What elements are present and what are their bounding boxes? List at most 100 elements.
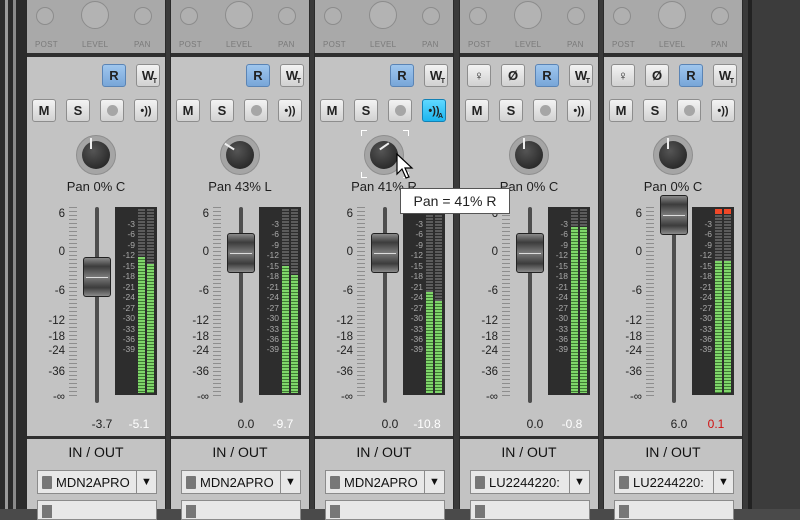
input-selector[interactable]: MDN2APRO ▼ (325, 470, 445, 494)
pan-label-small: PAN (567, 40, 584, 49)
meter-scale-mark: -12 (410, 250, 423, 261)
output-selector[interactable] (37, 500, 157, 520)
level-knob[interactable] (81, 1, 109, 29)
fader-value[interactable]: 6.0 (662, 417, 696, 431)
level-label: LEVEL (226, 40, 253, 49)
fader-value[interactable]: 0.0 (373, 417, 407, 431)
peak-value[interactable]: -5.1 (119, 417, 159, 431)
send-pan-knob[interactable] (711, 7, 729, 25)
pan-knob[interactable] (76, 135, 116, 175)
volume-fader[interactable] (227, 233, 255, 273)
volume-fader[interactable] (516, 233, 544, 273)
fader-ticks (646, 207, 654, 397)
solo-button[interactable]: S (354, 99, 378, 122)
peak-value[interactable]: -10.8 (407, 417, 447, 431)
arm-record-button[interactable] (677, 99, 701, 122)
write-automation-button[interactable]: WT (280, 64, 304, 87)
read-automation-button[interactable]: R (102, 64, 126, 87)
fader-scale-mark: -12 (481, 315, 498, 327)
peak-value[interactable]: -0.8 (552, 417, 592, 431)
input-monitor-button[interactable]: •)) (278, 99, 302, 122)
chevron-down-icon[interactable]: ▼ (713, 471, 733, 493)
mute-button[interactable]: M (465, 99, 489, 122)
input-monitor-button[interactable]: •)) (711, 99, 735, 122)
mute-label: M (615, 103, 627, 118)
write-automation-button[interactable]: WT (569, 64, 593, 87)
arm-record-button[interactable] (388, 99, 412, 122)
post-knob[interactable] (469, 7, 487, 25)
solo-button[interactable]: S (643, 99, 667, 122)
mute-button[interactable]: M (609, 99, 633, 122)
fader-scale-mark: -36 (336, 366, 353, 378)
meter-scale-mark: -33 (266, 323, 279, 334)
fader-value[interactable]: -3.7 (85, 417, 119, 431)
section-divider (27, 436, 165, 439)
send-pan-knob[interactable] (134, 7, 152, 25)
volume-fader[interactable] (660, 195, 688, 235)
mute-button[interactable]: M (320, 99, 344, 122)
read-automation-button[interactable]: R (390, 64, 414, 87)
input-selector[interactable]: LU2244220: ▼ (470, 470, 590, 494)
chevron-down-icon[interactable]: ▼ (136, 471, 156, 493)
meter-bar-r (724, 261, 731, 393)
output-selector[interactable] (325, 500, 445, 520)
solo-button[interactable]: S (66, 99, 90, 122)
output-port-icon (475, 505, 485, 518)
level-knob[interactable] (369, 1, 397, 29)
output-selector[interactable] (181, 500, 301, 520)
input-monitor-button[interactable]: •)) (567, 99, 591, 122)
arm-record-button[interactable] (100, 99, 124, 122)
send-pan-knob[interactable] (278, 7, 296, 25)
read-automation-button[interactable]: R (535, 64, 559, 87)
fader-value[interactable]: 0.0 (518, 417, 552, 431)
write-automation-button[interactable]: WT (136, 64, 160, 87)
level-knob[interactable] (225, 1, 253, 29)
fader-value[interactable]: 0.0 (229, 417, 263, 431)
solo-button[interactable]: S (210, 99, 234, 122)
output-selector[interactable] (614, 500, 734, 520)
pan-knob[interactable] (220, 135, 260, 175)
post-knob[interactable] (324, 7, 342, 25)
peak-value[interactable]: -9.7 (263, 417, 303, 431)
meter-bar-l (715, 261, 722, 393)
input-echo-button[interactable]: ♀ (611, 64, 635, 87)
level-knob[interactable] (658, 1, 686, 29)
arm-record-button[interactable] (244, 99, 268, 122)
fader-scale-mark: -∞ (196, 391, 209, 403)
post-knob[interactable] (180, 7, 198, 25)
chevron-down-icon[interactable]: ▼ (280, 471, 300, 493)
mute-button[interactable]: M (32, 99, 56, 122)
write-automation-button[interactable]: WT (424, 64, 448, 87)
input-selector[interactable]: MDN2APRO ▼ (181, 470, 301, 494)
input-monitor-button[interactable]: •)) (134, 99, 158, 122)
input-echo-button[interactable]: ♀ (467, 64, 491, 87)
phase-invert-button[interactable]: Ø (501, 64, 525, 87)
input-port-icon (619, 476, 629, 489)
input-monitor-button[interactable]: •)) A (422, 99, 446, 122)
meter-scale: -3 -6 -9 -12 -15 -18 -21 -24 -27 -30 -33 -36 -39 (694, 219, 712, 355)
pan-knob[interactable] (653, 135, 693, 175)
output-selector[interactable] (470, 500, 590, 520)
send-pan-knob[interactable] (422, 7, 440, 25)
send-pan-knob[interactable] (567, 7, 585, 25)
mute-button[interactable]: M (176, 99, 200, 122)
fader-scale-mark: 0 (491, 246, 498, 258)
solo-button[interactable]: S (499, 99, 523, 122)
post-knob[interactable] (613, 7, 631, 25)
input-selector[interactable]: MDN2APRO ▼ (37, 470, 157, 494)
read-automation-button[interactable]: R (679, 64, 703, 87)
volume-fader[interactable] (83, 257, 111, 298)
post-knob[interactable] (36, 7, 54, 25)
read-automation-button[interactable]: R (246, 64, 270, 87)
phase-invert-button[interactable]: Ø (645, 64, 669, 87)
volume-fader[interactable] (371, 233, 399, 273)
chevron-down-icon[interactable]: ▼ (424, 471, 444, 493)
peak-value[interactable]: 0.1 (696, 417, 736, 431)
pan-knob[interactable] (509, 135, 549, 175)
output-port-icon (330, 505, 340, 518)
input-selector[interactable]: LU2244220: ▼ (614, 470, 734, 494)
level-knob[interactable] (514, 1, 542, 29)
write-automation-button[interactable]: WT (713, 64, 737, 87)
arm-record-button[interactable] (533, 99, 557, 122)
chevron-down-icon[interactable]: ▼ (569, 471, 589, 493)
